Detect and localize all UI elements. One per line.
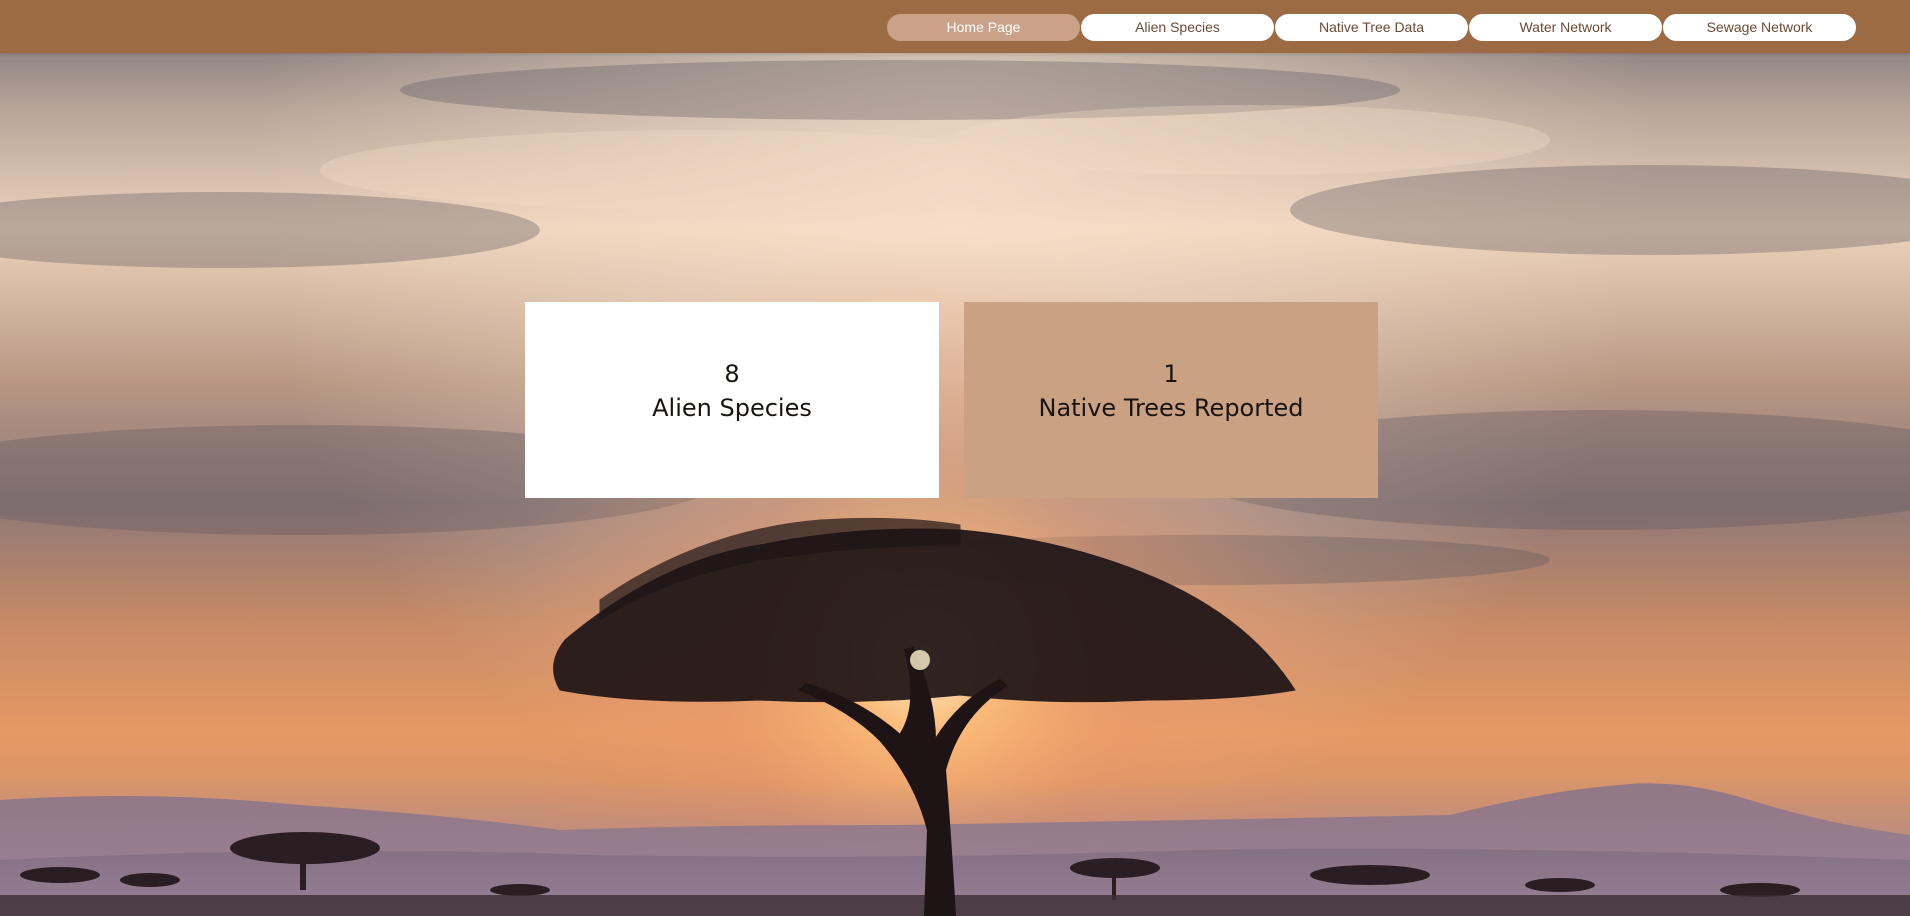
native-trees-card: 1 Native Trees Reported [964, 302, 1378, 498]
nav-water-network[interactable]: Water Network [1469, 14, 1662, 41]
nav-native-tree-data[interactable]: Native Tree Data [1275, 14, 1468, 41]
native-trees-label: Native Trees Reported [1038, 394, 1304, 422]
background-image [0, 0, 1910, 916]
alien-species-label: Alien Species [652, 394, 812, 422]
nav-home-page[interactable]: Home Page [887, 14, 1080, 41]
page: Home Page Alien Species Native Tree Data… [0, 0, 1910, 916]
alien-species-count: 8 [724, 360, 740, 388]
nav-menu: Home Page Alien Species Native Tree Data… [887, 14, 1856, 41]
alien-species-card: 8 Alien Species [525, 302, 939, 498]
native-trees-count: 1 [1163, 360, 1179, 388]
nav-sewage-network[interactable]: Sewage Network [1663, 14, 1856, 41]
nav-alien-species[interactable]: Alien Species [1081, 14, 1274, 41]
top-navigation-bar: Home Page Alien Species Native Tree Data… [0, 0, 1910, 53]
